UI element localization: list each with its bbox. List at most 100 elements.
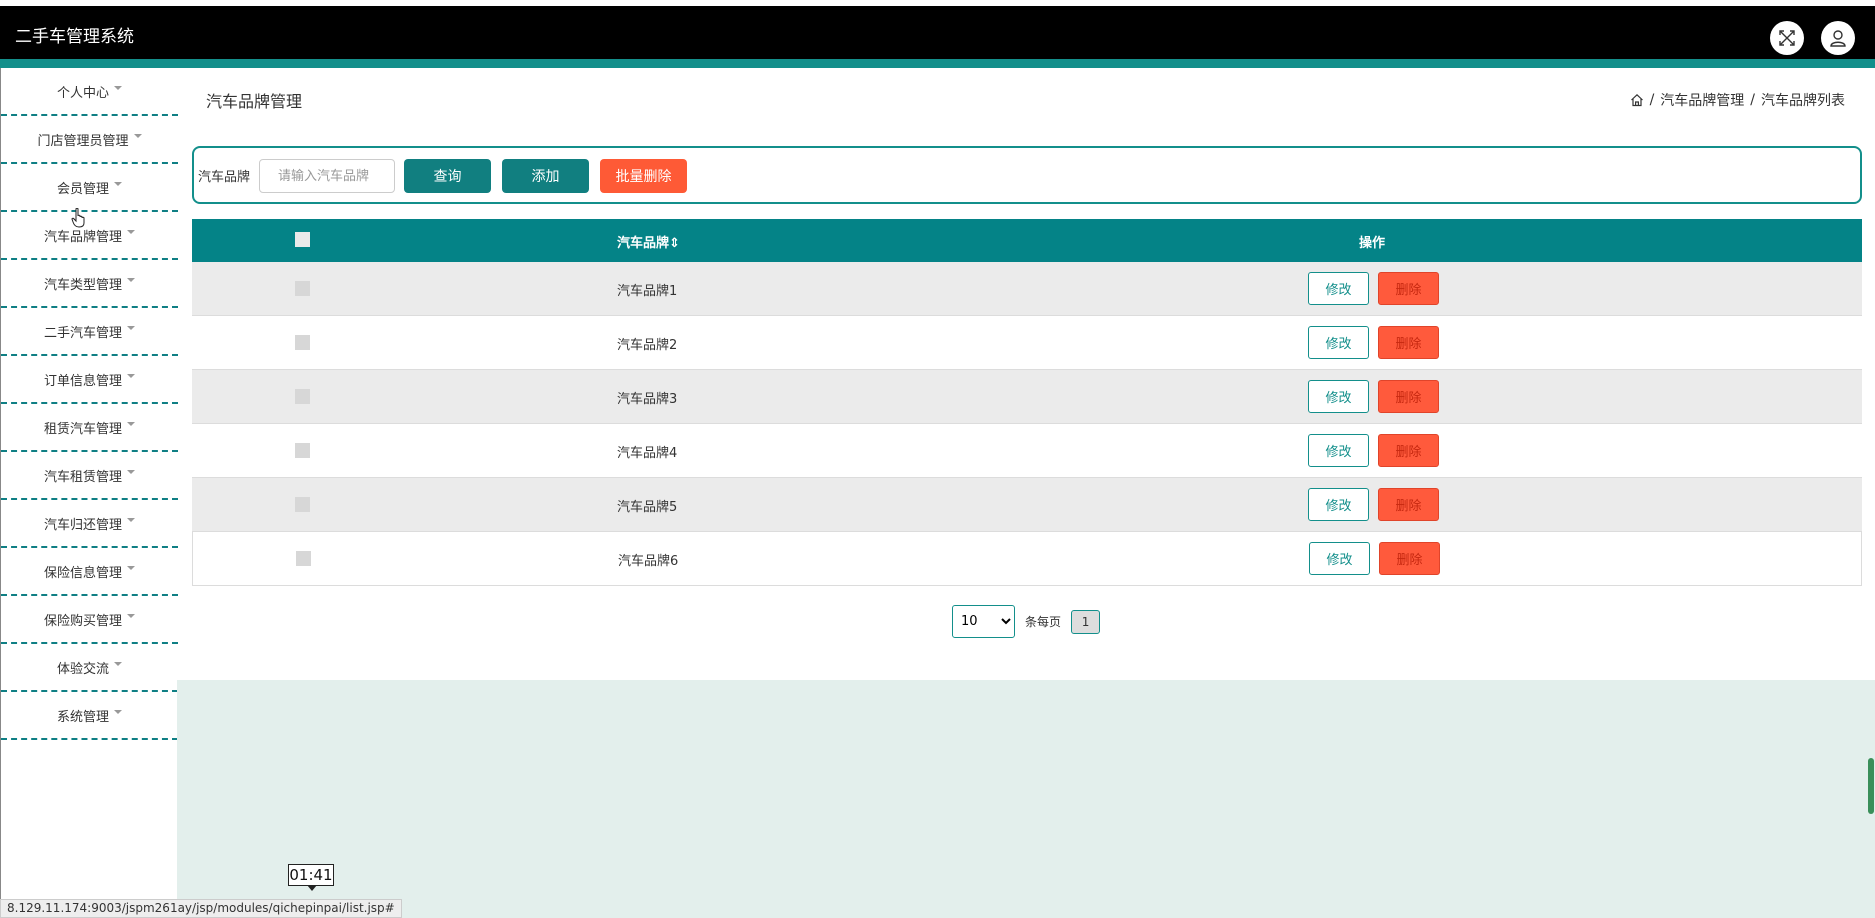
status-bar-url: 8.129.11.174:9003/jspm261ay/jsp/modules/… <box>0 899 402 918</box>
edit-button[interactable]: 修改 <box>1308 380 1369 413</box>
table-row: 汽车品牌2 修改 删除 <box>192 316 1862 370</box>
sidebar-item-insurance-info[interactable]: 保险信息管理 <box>1 548 178 596</box>
table-row: 汽车品牌1 修改 删除 <box>192 262 1862 316</box>
sidebar-item-personal-center[interactable]: 个人中心 <box>1 68 178 116</box>
caret-down-icon <box>127 614 135 618</box>
sort-icon: ⇕ <box>669 236 680 251</box>
column-header-actions: 操作 <box>1359 236 1386 251</box>
row-checkbox[interactable] <box>295 389 310 404</box>
page-number-button[interactable]: 1 <box>1071 609 1101 634</box>
row-checkbox[interactable] <box>295 281 310 296</box>
delete-button[interactable]: 删除 <box>1378 434 1439 467</box>
sidebar-item-system[interactable]: 系统管理 <box>1 692 178 740</box>
sidebar-item-members[interactable]: 会员管理 <box>1 164 178 212</box>
query-button[interactable]: 查询 <box>404 159 491 193</box>
edit-button[interactable]: 修改 <box>1308 326 1369 359</box>
table-row: 汽车品牌3 修改 删除 <box>192 370 1862 424</box>
sidebar-item-label: 个人中心 <box>56 85 109 101</box>
sidebar-item-used-cars[interactable]: 二手汽车管理 <box>1 308 178 356</box>
row-checkbox[interactable] <box>295 335 310 350</box>
column-header-brand[interactable]: 汽车品牌⇕ <box>617 232 680 251</box>
brand-cell: 汽车品牌6 <box>618 554 679 569</box>
user-menu-button[interactable] <box>1821 21 1855 55</box>
per-page-label: 条每页 <box>1025 615 1062 629</box>
breadcrumb-item-brand-list: 汽车品牌列表 <box>1761 93 1845 109</box>
brand-cell: 汽车品牌4 <box>617 446 678 461</box>
edit-button[interactable]: 修改 <box>1308 434 1369 467</box>
sidebar-item-label: 系统管理 <box>56 709 109 725</box>
edit-button[interactable]: 修改 <box>1308 488 1369 521</box>
brand-cell: 汽车品牌3 <box>617 392 678 407</box>
sidebar-item-label: 门店管理员管理 <box>37 133 129 149</box>
sidebar-item-car-returns[interactable]: 汽车归还管理 <box>1 500 178 548</box>
sidebar-item-label: 二手汽车管理 <box>43 325 122 341</box>
delete-button[interactable]: 删除 <box>1379 542 1440 575</box>
search-label: 汽车品牌 <box>198 170 251 185</box>
brand-cell: 汽车品牌5 <box>617 500 678 515</box>
caret-down-icon <box>114 86 122 90</box>
breadcrumb-separator: / <box>1649 92 1655 108</box>
breadcrumb: / 汽车品牌管理 / 汽车品牌列表 <box>1630 90 1845 110</box>
caret-down-icon <box>133 134 142 138</box>
caret-down-icon <box>127 230 135 234</box>
pagination: 10 条每页 1 <box>952 605 1101 638</box>
breadcrumb-separator: / <box>1750 92 1755 108</box>
sidebar: 个人中心 门店管理员管理 会员管理 汽车品牌管理 汽车类型管理 二手汽车管理 订… <box>0 68 178 918</box>
sidebar-item-label: 保险购买管理 <box>43 613 122 629</box>
sidebar-item-label: 汽车类型管理 <box>43 277 122 293</box>
brand-cell: 汽车品牌1 <box>617 284 678 299</box>
sidebar-item-car-types[interactable]: 汽车类型管理 <box>1 260 178 308</box>
user-icon <box>1830 30 1846 47</box>
brand-cell: 汽车品牌2 <box>617 338 678 353</box>
app-header: 二手车管理系统 <box>0 6 1875 59</box>
table-header: 汽车品牌⇕ 操作 <box>192 219 1862 262</box>
caret-down-icon <box>127 518 135 522</box>
sidebar-item-car-rentals[interactable]: 汽车租赁管理 <box>1 452 178 500</box>
fullscreen-button[interactable] <box>1770 21 1804 55</box>
brand-search-input[interactable] <box>259 159 395 193</box>
home-icon[interactable] <box>1630 93 1644 107</box>
select-all-checkbox[interactable] <box>295 232 310 247</box>
batch-delete-button[interactable]: 批量删除 <box>600 159 687 193</box>
header-accent-bar <box>0 59 1875 68</box>
sidebar-item-orders[interactable]: 订单信息管理 <box>1 356 178 404</box>
delete-button[interactable]: 删除 <box>1378 326 1439 359</box>
sidebar-item-label: 保险信息管理 <box>43 565 122 581</box>
caret-down-icon <box>114 710 122 714</box>
delete-button[interactable]: 删除 <box>1378 380 1439 413</box>
delete-button[interactable]: 删除 <box>1378 488 1439 521</box>
sidebar-item-store-admin[interactable]: 门店管理员管理 <box>1 116 178 164</box>
sidebar-item-experience-exchange[interactable]: 体验交流 <box>1 644 178 692</box>
row-checkbox[interactable] <box>295 497 310 512</box>
breadcrumb-item-brand-management[interactable]: 汽车品牌管理 <box>1660 90 1744 110</box>
page-title: 汽车品牌管理 <box>206 92 303 111</box>
table-row: 汽车品牌6 修改 删除 <box>192 532 1862 586</box>
row-checkbox[interactable] <box>296 551 311 566</box>
table-row: 汽车品牌4 修改 删除 <box>192 424 1862 478</box>
edit-button[interactable]: 修改 <box>1309 542 1370 575</box>
recording-timer: 01:41 <box>288 864 334 891</box>
scrollbar-thumb[interactable] <box>1868 758 1874 814</box>
edit-button[interactable]: 修改 <box>1308 272 1369 305</box>
caret-down-icon <box>114 182 122 186</box>
caret-down-icon <box>127 470 135 474</box>
caret-down-icon <box>127 374 135 378</box>
caret-down-icon <box>127 278 135 282</box>
sidebar-item-label: 租赁汽车管理 <box>43 421 122 437</box>
sidebar-item-label: 订单信息管理 <box>43 373 122 389</box>
search-bar: 汽车品牌 查询 添加 批量删除 <box>192 146 1862 204</box>
table-row: 汽车品牌5 修改 删除 <box>192 478 1862 532</box>
row-checkbox[interactable] <box>295 443 310 458</box>
caret-down-icon <box>127 422 135 426</box>
sidebar-item-label: 汽车品牌管理 <box>43 229 122 245</box>
caret-down-icon <box>114 662 122 666</box>
delete-button[interactable]: 删除 <box>1378 272 1439 305</box>
sidebar-item-label: 汽车归还管理 <box>43 517 122 533</box>
page-size-select[interactable]: 10 <box>952 605 1015 638</box>
sidebar-item-car-brands[interactable]: 汽车品牌管理 <box>1 212 178 260</box>
caret-down-icon <box>127 326 135 330</box>
sidebar-item-insurance-purchase[interactable]: 保险购买管理 <box>1 596 178 644</box>
sidebar-item-label: 会员管理 <box>56 181 109 197</box>
add-button[interactable]: 添加 <box>502 159 589 193</box>
sidebar-item-rental-cars[interactable]: 租赁汽车管理 <box>1 404 178 452</box>
